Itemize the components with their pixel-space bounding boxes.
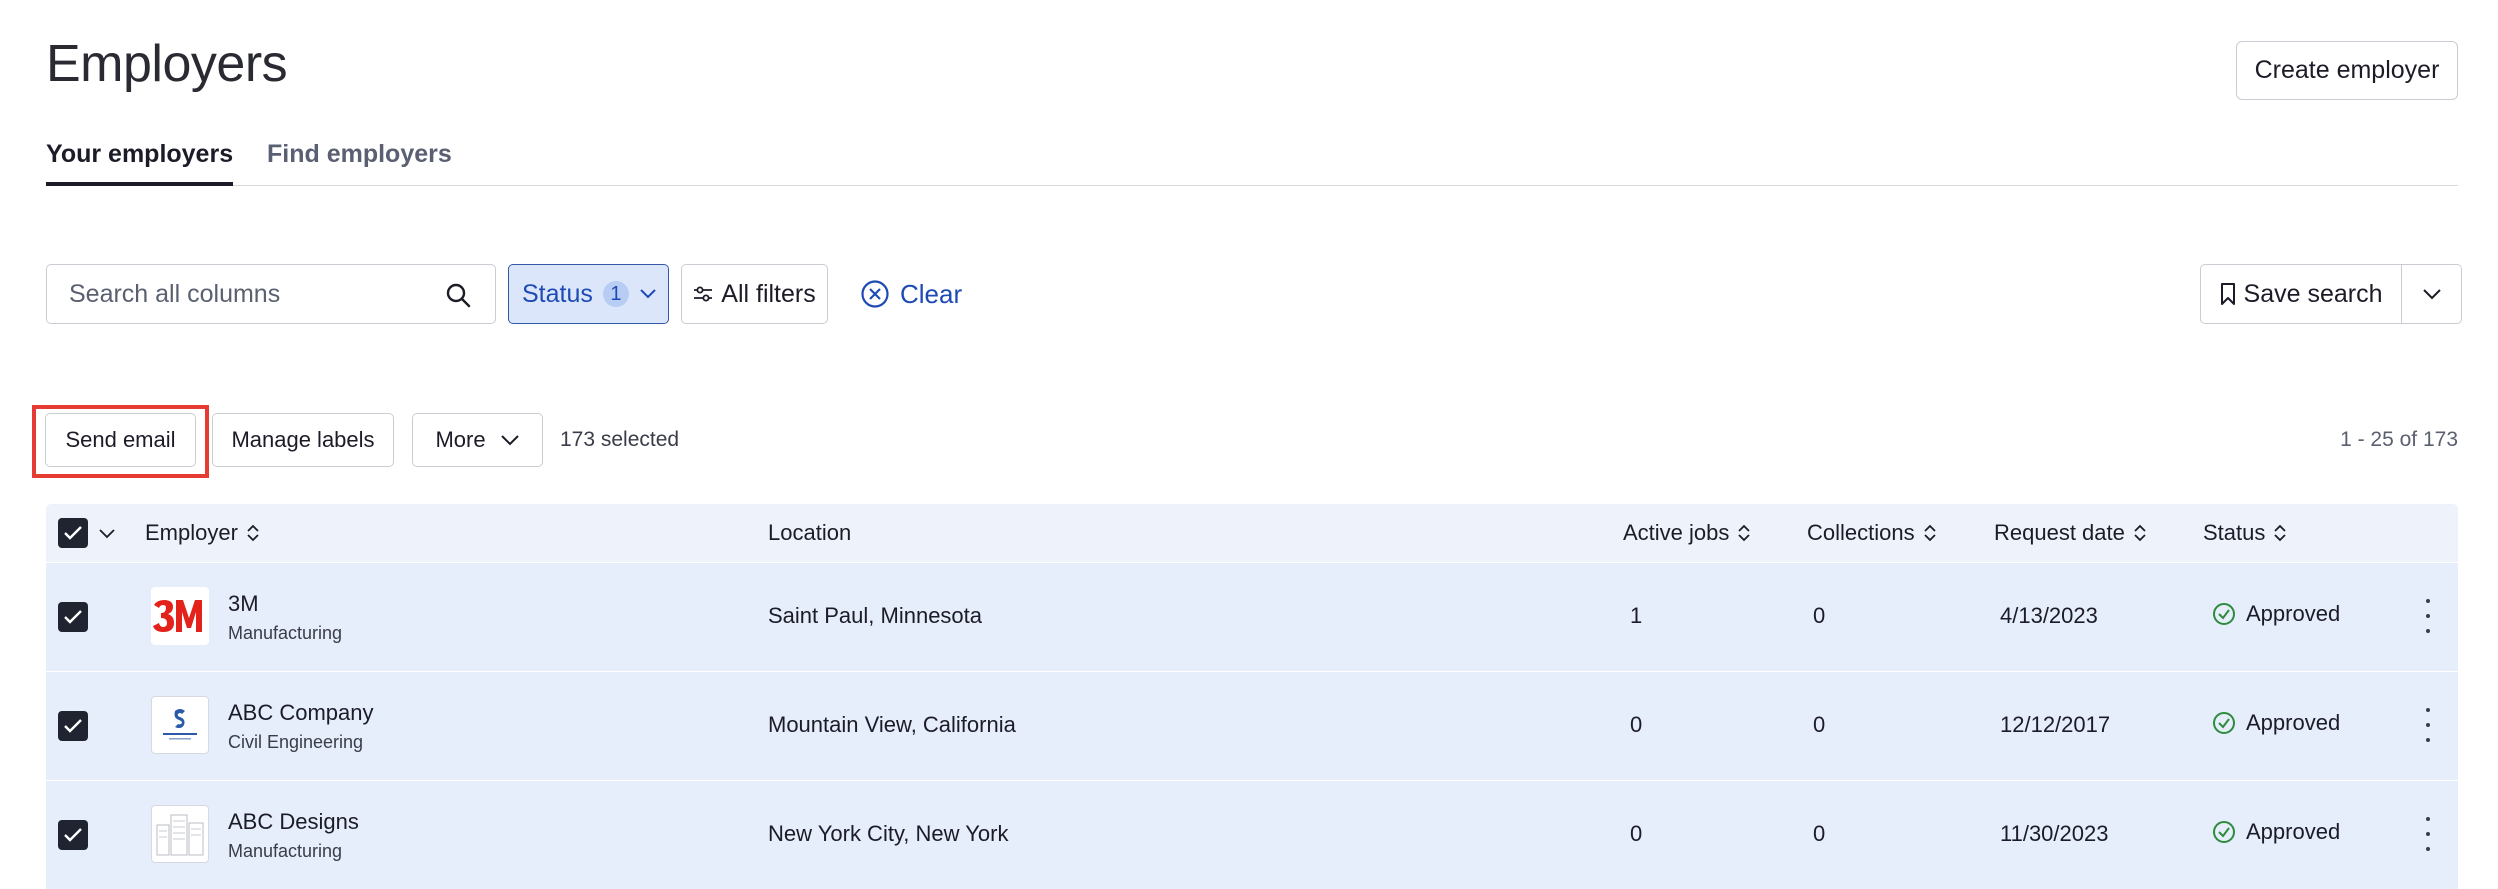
status-cell: Approved — [2212, 819, 2340, 845]
status-cell: Approved — [2212, 710, 2340, 736]
company-name-logo-icon — [163, 709, 197, 740]
search-icon[interactable] — [445, 282, 471, 308]
status-filter-count: 1 — [602, 281, 629, 307]
column-header-status[interactable]: Status — [2203, 520, 2287, 546]
more-label: More — [435, 427, 486, 452]
save-search-group: Save search — [2200, 264, 2462, 324]
row-checkbox[interactable] — [58, 820, 88, 850]
status-label: Approved — [2246, 710, 2341, 735]
location-cell: Saint Paul, Minnesota — [768, 603, 983, 628]
3m-logo-icon — [153, 600, 202, 632]
checkmark-icon — [64, 610, 82, 624]
manage-labels-button[interactable]: Manage labels — [212, 413, 394, 467]
check-circle-icon — [2213, 712, 2235, 734]
save-search-button[interactable]: Save search — [2201, 265, 2402, 323]
close-circle-icon — [861, 280, 889, 308]
column-header-active-jobs[interactable]: Active jobs — [1623, 520, 1751, 546]
sliders-icon — [694, 286, 713, 302]
employer-name[interactable]: ABC Company — [228, 700, 374, 726]
clear-filters-button[interactable]: Clear — [860, 276, 962, 312]
table-header: Employer Location Active jobs Collection… — [46, 504, 2458, 562]
sort-icon — [247, 524, 259, 542]
select-options-chevron-icon[interactable] — [98, 528, 116, 539]
status-label: Approved — [2246, 601, 2341, 626]
location-cell: Mountain View, California — [768, 712, 1016, 737]
selected-count: 173 selected — [560, 428, 680, 451]
row-actions-kebab-icon[interactable] — [2418, 708, 2438, 742]
employer-industry: Civil Engineering — [228, 732, 364, 752]
search-input[interactable] — [67, 265, 431, 324]
send-email-button[interactable]: Send email — [45, 413, 196, 467]
column-label: Location — [768, 520, 852, 545]
collections-cell: 0 — [1813, 821, 1826, 846]
request-date-cell: 4/13/2023 — [2000, 603, 2098, 628]
column-label: Status — [2203, 520, 2266, 545]
employer-name[interactable]: ABC Designs — [228, 809, 359, 835]
employer-logo — [151, 805, 209, 863]
sort-icon — [1923, 524, 1936, 542]
search-box — [46, 264, 496, 324]
table-row[interactable]: ABC Designs Manufacturing New York City,… — [46, 781, 2458, 889]
status-label: Approved — [2246, 819, 2341, 844]
active-jobs-cell: 0 — [1630, 712, 1643, 737]
table-row[interactable]: ABC Company Civil Engineering Mountain V… — [46, 672, 2458, 780]
all-filters-button[interactable]: All filters — [681, 264, 828, 324]
location-cell: New York City, New York — [768, 821, 1009, 846]
check-circle-icon — [2213, 603, 2235, 625]
employer-industry: Manufacturing — [228, 841, 343, 861]
column-label: Collections — [1807, 520, 1915, 545]
create-employer-button[interactable]: Create employer — [2236, 41, 2458, 100]
tab-your-employers[interactable]: Your employers — [46, 140, 234, 186]
checkmark-icon — [64, 828, 82, 842]
chevron-down-icon — [2422, 289, 2441, 300]
column-label: Employer — [145, 520, 238, 545]
status-cell: Approved — [2212, 601, 2340, 627]
tabs: Your employers Find employers — [46, 140, 2458, 186]
select-all-checkbox[interactable] — [58, 518, 88, 548]
clear-label: Clear — [900, 278, 963, 309]
more-button[interactable]: More — [412, 413, 543, 467]
page-title: Employers — [46, 35, 288, 93]
column-header-location: Location — [768, 520, 851, 546]
status-filter-button[interactable]: Status 1 — [508, 264, 669, 324]
chevron-down-icon — [640, 289, 656, 299]
sort-icon — [2134, 524, 2146, 542]
all-filters-label: All filters — [721, 279, 816, 308]
tab-find-employers[interactable]: Find employers — [267, 140, 452, 169]
save-search-options-button[interactable] — [2402, 265, 2461, 323]
request-date-cell: 11/30/2023 — [2000, 821, 2109, 846]
request-date-cell: 12/12/2017 — [2000, 712, 2111, 737]
employer-logo — [151, 587, 209, 645]
building-sketch-logo-icon — [156, 814, 204, 856]
active-jobs-cell: 1 — [1630, 603, 1643, 628]
active-jobs-cell: 0 — [1630, 821, 1643, 846]
employer-logo — [151, 696, 209, 754]
collections-cell: 0 — [1813, 603, 1826, 628]
column-header-request-date[interactable]: Request date — [1994, 520, 2147, 546]
checkmark-icon — [64, 719, 82, 733]
row-checkbox[interactable] — [58, 711, 88, 741]
status-filter-label: Status — [522, 279, 593, 308]
sort-icon — [2274, 524, 2287, 542]
save-search-label: Save search — [2243, 279, 2383, 308]
row-actions-kebab-icon[interactable] — [2418, 599, 2438, 633]
bookmark-icon — [2220, 283, 2235, 305]
column-label: Active jobs — [1623, 520, 1730, 545]
employer-name[interactable]: 3M — [228, 591, 259, 617]
row-actions-kebab-icon[interactable] — [2418, 817, 2438, 851]
column-header-employer[interactable]: Employer — [145, 520, 260, 546]
employer-industry: Manufacturing — [228, 623, 343, 643]
column-header-collections[interactable]: Collections — [1807, 520, 1937, 546]
checkmark-icon — [64, 526, 82, 540]
column-label: Request date — [1994, 520, 2125, 545]
sort-icon — [1738, 524, 1751, 542]
pagination-range: 1 - 25 of 173 — [2340, 428, 2458, 451]
collections-cell: 0 — [1813, 712, 1826, 737]
row-checkbox[interactable] — [58, 602, 88, 632]
check-circle-icon — [2213, 821, 2235, 843]
table-row[interactable]: 3M Manufacturing Saint Paul, Minnesota 1… — [46, 563, 2458, 671]
chevron-down-icon — [500, 435, 519, 446]
